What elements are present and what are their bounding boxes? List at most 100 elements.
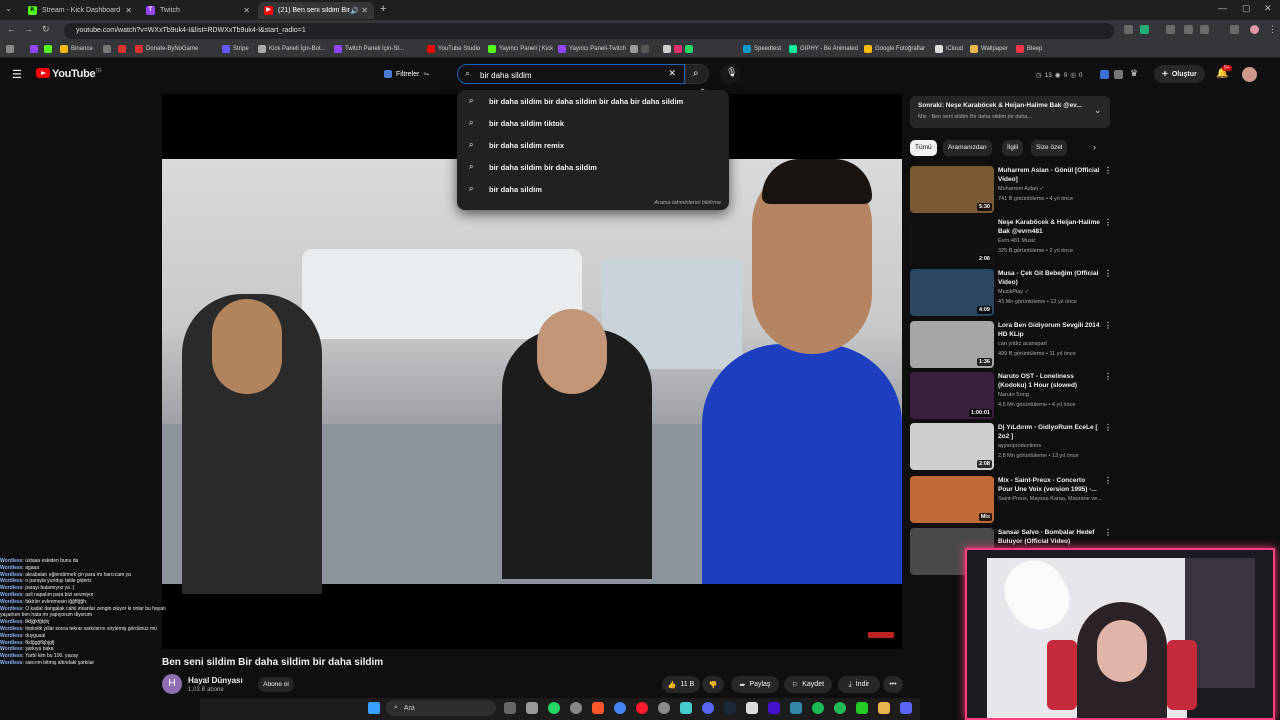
reload-icon[interactable]: ↻ [42,24,50,35]
channel-name[interactable]: Naruto Song [998,392,1029,398]
channel-name[interactable]: Saint-Preux, Mayssa Karaa, Maurane ve... [998,496,1102,502]
account-avatar[interactable] [1242,67,1257,82]
app-icon[interactable] [526,702,538,714]
address-bar[interactable]: youtube.com/watch?v=WXxTb9uk4-I&list=RDW… [64,23,1114,39]
channel-name[interactable]: Muharrem Aslan ✓ [998,186,1044,192]
bookmark-giphy[interactable]: GIPHY - Be Animated [789,45,858,53]
video-title[interactable]: Dj YıLdırım - GidiyoRum EceLe [ 2o2 ] [998,423,1100,441]
extension-icon[interactable] [1184,25,1193,34]
video-title[interactable]: Muharrem Aslan - Gönül [Official Video] [998,166,1100,184]
search-box[interactable]: ⌕ ✕ [457,64,685,84]
suggestion-item[interactable]: ⌕ bir daha sildim bir daha sildim [469,162,597,172]
close-icon[interactable]: ✕ [125,6,132,15]
tab-youtube-active[interactable]: ▶ (21) Ben seni sildim Bir da... 🔊 ✕ [258,2,374,19]
maximize-icon[interactable]: ▢ [1242,3,1251,14]
report-suggestions-link[interactable]: Arama tahminlerini bildirme [654,200,721,206]
video-thumbnail[interactable]: 5:30 [910,166,994,213]
next-up-panel[interactable]: Sonraki: Neşe Karaböcek & Heijan-Halime … [910,96,1110,128]
chevron-right-icon[interactable]: › [1093,142,1096,152]
bookmark-wallpaper[interactable]: Wallpaper [970,45,1008,53]
more-options-icon[interactable]: ⋮ [1104,166,1112,175]
clear-search-icon[interactable]: ✕ [668,68,676,79]
app-icon[interactable] [680,702,692,714]
more-options-icon[interactable]: ⋮ [1104,321,1112,330]
steam-icon[interactable] [724,702,736,714]
suggestion-item[interactable]: ⌕ bir daha sildim remix [469,140,564,150]
bookmark-stripe[interactable]: Stripe [222,45,249,53]
close-icon[interactable]: ✕ [243,6,250,15]
chevron-down-icon[interactable]: ⌄ [1094,105,1102,116]
recommended-video[interactable]: Mix Mix - Saint-Preux - Concerto Pour Une… [910,476,1112,526]
hamburger-menu-icon[interactable]: ☰ [12,68,22,81]
suggestion-item[interactable]: ⌕ bir daha sildim tiktok [469,118,564,128]
channel-name[interactable]: Evrn.481 Music [998,238,1036,244]
dislike-button[interactable]: 👎 [702,676,724,693]
extension-icon[interactable] [1140,25,1149,34]
tab-kick-dashboard[interactable]: K Stream - Kick Dashboard ✕ [22,2,138,19]
bookmark-twitch-panel[interactable]: Twitch Paneli İçin-St... [334,45,404,53]
voice-search-button[interactable]: 🎙 [720,64,740,84]
discord-icon[interactable] [702,702,714,714]
video-title[interactable]: Naruto OST - Loneliness (Kodoku) 1 Hour … [998,372,1100,390]
more-actions-button[interactable]: ••• [883,676,903,693]
bookmark-google-photos[interactable]: Google Fotoğraflar [864,45,925,53]
like-button[interactable]: 👍 11 B [662,676,700,693]
spotify-icon[interactable] [834,702,846,714]
bookmark-icloud[interactable]: iCloud [935,45,963,53]
close-window-icon[interactable]: ✕ [1264,3,1272,14]
filters-button[interactable]: Filtreler ⇋ [378,66,435,82]
extension-icon[interactable] [1114,70,1123,79]
suggestion-item[interactable]: ⌕ bir daha sildim bir daha sildim bir dah… [469,96,683,106]
recommended-video[interactable]: 1:00:01 Naruto OST - Loneliness (Kodoku) … [910,372,1112,422]
bookmark-twitch-yayinci[interactable]: Yayıncı Paneli-Twitch [558,45,626,53]
share-button[interactable]: ➦ Paylaş [731,676,779,693]
bookmark-icon-row[interactable] [630,45,696,53]
brave-icon[interactable] [592,702,604,714]
app-icon[interactable] [856,702,868,714]
whatsapp-icon[interactable] [548,702,560,714]
app-icon[interactable] [570,702,582,714]
recommended-video[interactable]: 2:06 Neşe Karaböcek & Heijan-Halime Bak @… [910,218,1112,268]
recommended-video[interactable]: 5:30 Muharrem Aslan - Gönül [Official Vid… [910,166,1112,216]
s-bookmark-icon[interactable] [44,45,55,53]
more-options-icon[interactable]: ⋮ [1104,476,1112,485]
video-thumbnail[interactable]: 1:00:01 [910,372,994,419]
kick-bookmark-icon[interactable] [30,45,41,53]
channel-name[interactable]: can yıldız acanspart [998,341,1047,347]
video-title[interactable]: Musa - Çek Git Bebeğim (Official Video) [998,269,1100,287]
channel-name[interactable]: MuzikPlay ✓ [998,289,1029,295]
opera-icon[interactable] [636,702,648,714]
bookmark-youtube-studio[interactable]: YouTube Studio [427,45,480,53]
subscribe-button[interactable]: Abone ol [258,677,294,692]
bookmark-kick-bot[interactable]: Kick Paneli İçin-Bot... [258,45,326,53]
video-title[interactable]: Neşe Karaböcek & Heijan-Halime Bak @evrn… [998,218,1100,236]
taskbar-search[interactable]: ⌕ Ara [386,700,496,716]
app-icon[interactable] [746,702,758,714]
bookmark-icon-only[interactable] [118,45,129,53]
recommended-video[interactable]: 2:08 Dj YıLdırım - GidiyoRum EceLe [ 2o2 … [910,423,1112,473]
suggestion-item[interactable]: ⌕ bir daha sildim [469,184,542,194]
extension-icon[interactable] [1230,25,1239,34]
app-icon[interactable] [900,702,912,714]
youtube-logo[interactable]: YouTubeTR [36,68,102,80]
extension-icon[interactable] [1124,25,1133,34]
bookmark-binance[interactable]: Binance [60,45,93,53]
profile-icon[interactable] [1250,25,1259,34]
bookmark-bleep[interactable]: Bleep [1016,45,1042,53]
video-thumbnail[interactable]: Mix [910,476,994,523]
menu-icon[interactable]: ⋮ [1268,24,1277,35]
recommended-video[interactable]: 1:36 Lora Ben Gidiyorum Sevgili 2014 HD K… [910,321,1112,371]
bookmark-icon-only[interactable] [103,45,114,53]
tab-twitch[interactable]: T Twitch ✕ [140,2,256,19]
apps-icon[interactable] [6,45,17,53]
search-button[interactable]: ⌕ [685,64,709,84]
more-options-icon[interactable]: ⋮ [1104,269,1112,278]
video-thumbnail[interactable]: 4:09 [910,269,994,316]
speaker-icon[interactable]: 🔊 [350,7,359,15]
more-options-icon[interactable]: ⋮ [1104,372,1112,381]
minimize-icon[interactable]: — [1218,3,1227,13]
app-icon[interactable] [658,702,670,714]
trophy-icon[interactable]: ♛ [1130,68,1138,79]
video-thumbnail[interactable]: 2:08 [910,423,994,470]
windows-start-icon[interactable] [368,702,380,714]
